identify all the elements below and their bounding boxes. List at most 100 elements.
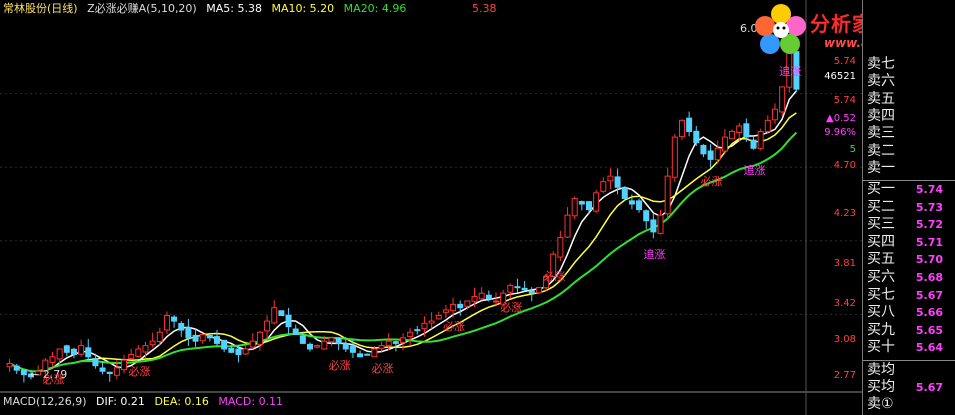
buy-level-price: 5.68 — [915, 271, 943, 284]
candle-body — [457, 303, 464, 309]
candle-body — [414, 329, 421, 332]
candle-body — [256, 331, 263, 345]
buy-level-label: 买十 — [867, 339, 895, 356]
candle-body — [628, 200, 635, 205]
buy-level-label: 买八 — [867, 304, 895, 321]
sell-level-label: 卖三 — [867, 125, 895, 142]
candle-body — [614, 176, 621, 188]
avg-level-price: 5.67 — [915, 381, 943, 394]
candle-body — [471, 296, 478, 302]
avg-level-row: 卖① — [867, 396, 955, 413]
candle-body — [78, 345, 85, 355]
sell-level-row: 卖四 — [867, 108, 955, 125]
buy-level-price: 5.67 — [915, 288, 943, 302]
candle-body — [407, 331, 414, 338]
candle-body — [271, 307, 278, 324]
macd-value: MACD: 0.11 — [218, 395, 284, 408]
candle-body — [593, 192, 600, 212]
candle-body — [721, 136, 728, 152]
candle-body — [686, 117, 693, 133]
candle-body — [729, 131, 736, 140]
buy-level-price: 5.74 — [915, 183, 943, 196]
candle-body — [342, 343, 349, 350]
candle-body — [285, 314, 292, 328]
buy-level-row: 买一 5.74 — [867, 181, 955, 198]
buy-level-price: 5.72 — [915, 218, 943, 232]
sell-level-row: 卖五 — [867, 91, 955, 108]
candle-body — [743, 123, 750, 138]
candle-body — [571, 197, 578, 217]
candle-body — [171, 316, 178, 322]
candle-body — [85, 347, 92, 358]
buy-level-price: 5.66 — [915, 306, 943, 320]
chart-header: 常林股份(日线) Z必涨必赚A(5,10,20) MA5: 5.38 MA10:… — [3, 2, 412, 16]
candle-body — [514, 286, 521, 289]
candle-body — [564, 214, 571, 238]
price-axis-label: 4.70 — [833, 160, 856, 171]
candle-body — [450, 303, 457, 312]
price-axis-label: 5.74 — [833, 95, 856, 106]
ma10-value: MA10: 5.20 — [271, 2, 335, 15]
candle-body — [399, 337, 407, 343]
candle-body — [507, 284, 514, 293]
candle-body — [142, 345, 149, 353]
candle-body — [535, 287, 542, 294]
candle-body — [121, 359, 128, 371]
buy-level-row: 买七 5.67 — [867, 287, 955, 304]
candle-body — [299, 335, 306, 344]
buy-level-row: 买五 5.70 — [867, 251, 955, 268]
sell-level-row: 卖七 — [867, 56, 955, 73]
buy-level-price: 5.65 — [915, 323, 943, 337]
candle-body — [349, 345, 356, 353]
signal-label: 必涨 — [371, 361, 394, 375]
candle-body — [485, 294, 492, 300]
candle-body — [600, 181, 607, 192]
candle-body — [750, 139, 757, 149]
price-axis-label: 3.08 — [833, 334, 856, 345]
price-axis-label: 3.42 — [833, 298, 856, 309]
candle-body — [99, 367, 106, 372]
candle-body — [521, 287, 528, 291]
candle-body — [178, 323, 185, 331]
buy-level-price: 5.64 — [915, 341, 943, 355]
candlesticks — [6, 48, 800, 383]
candle-body — [328, 337, 335, 343]
price-marker: 5.38 — [472, 2, 497, 15]
candle-body — [92, 358, 99, 367]
candle-body — [650, 219, 657, 233]
candle-body — [736, 125, 743, 134]
buy-level-label: 买五 — [867, 251, 895, 268]
candle-body — [149, 340, 156, 346]
ma5-value: MA5: 5.38 — [206, 2, 262, 15]
candle-body — [714, 147, 721, 161]
avg-level-row: 卖均 — [867, 362, 955, 379]
logo-flower-icon — [755, 4, 806, 54]
price-axis-label: ▲0.52 — [826, 113, 856, 124]
candle-body — [357, 353, 364, 358]
candle-body — [235, 348, 242, 356]
sell-level-row: 卖一 — [867, 160, 955, 177]
buy-level-label: 买九 — [867, 321, 895, 338]
candle-body — [557, 236, 564, 258]
candle-body — [6, 362, 13, 368]
sell-level-label: 卖二 — [867, 142, 895, 159]
candle-body — [20, 369, 27, 376]
candle-body — [385, 340, 392, 346]
candle-body — [371, 348, 378, 358]
kline-chart-area[interactable]: 常林股份(日线) Z必涨必赚A(5,10,20) MA5: 5.38 MA10:… — [0, 0, 862, 415]
candle-body — [106, 371, 113, 375]
order-book-divider — [863, 360, 955, 361]
candle-body — [528, 290, 535, 294]
sell-level-label: 卖四 — [867, 107, 895, 124]
macd-name: MACD(12,26,9) — [3, 395, 87, 408]
candle-body — [185, 327, 192, 339]
signal-label: 必涨 — [500, 301, 523, 315]
kline-chart[interactable] — [0, 0, 862, 415]
sell-level-row: 卖三 — [867, 125, 955, 142]
signal-label: 必涨 — [700, 175, 723, 189]
signal-label: 追涨 — [779, 64, 802, 78]
candle-body — [779, 86, 786, 113]
avg-level-label: 买均 — [867, 379, 895, 395]
macd-dif: DIF: 0.21 — [96, 395, 145, 408]
indicator-name: Z必涨必赚A(5,10,20) — [87, 2, 197, 15]
